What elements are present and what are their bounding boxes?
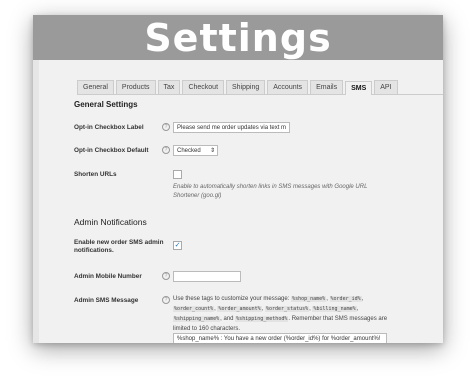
help-icon: ? (162, 296, 170, 304)
tag-order-count: %order_count% (173, 306, 215, 312)
enable-admin-sms-label: Enable new order SMS admin notifications… (74, 239, 164, 254)
shorten-urls-label: Shorten URLs (74, 171, 117, 178)
tag-order-status: %order_status% (264, 306, 310, 312)
settings-banner: Settings (33, 15, 443, 60)
tag-order-amount: %order_amount% (217, 306, 262, 312)
help-icon: ? (162, 146, 170, 154)
tab-sms[interactable]: SMS (345, 81, 373, 95)
general-settings-heading: General Settings (74, 100, 138, 109)
tag-order-id: %order_id% (329, 296, 362, 302)
admin-mobile-input[interactable] (173, 271, 241, 282)
tab-api[interactable]: API (374, 80, 398, 94)
tab-products[interactable]: Products (115, 80, 156, 94)
tab-emails[interactable]: Emails (310, 80, 344, 94)
tab-checkout[interactable]: Checkout (182, 80, 225, 94)
optin-default-label: Opt-in Checkbox Default (74, 147, 149, 154)
admin-mobile-label: Admin Mobile Number (74, 273, 142, 280)
tab-tax[interactable]: Tax (157, 80, 181, 94)
help-icon: ? (162, 272, 170, 280)
admin-sms-message-label: Admin SMS Message (74, 297, 139, 304)
tag-shipping-name: %shipping_name% (173, 316, 221, 322)
shorten-urls-checkbox[interactable] (173, 170, 182, 179)
admin-sms-message-help: Use these tags to customize your message… (173, 296, 388, 332)
settings-panel: General Products Tax Checkout Shipping A… (39, 60, 443, 343)
page-title: Settings (144, 15, 332, 60)
tags-intro: Use these tags to customize your message… (173, 296, 290, 302)
tab-shipping[interactable]: Shipping (226, 80, 266, 94)
enable-admin-sms-checkbox[interactable]: ✓ (173, 241, 182, 250)
help-icon: ? (162, 123, 170, 131)
chevron-updown-icon: ⇕ (209, 148, 215, 154)
tag-billing-name: %billing_name% (312, 306, 357, 312)
tab-accounts[interactable]: Accounts (267, 80, 309, 94)
optin-default-value: Checked (177, 148, 201, 154)
checkmark-icon: ✓ (174, 242, 181, 249)
shorten-urls-description: Enable to automatically shorten links in… (173, 184, 368, 199)
settings-tabs: General Products Tax Checkout Shipping A… (77, 76, 443, 95)
admin-sms-message-textarea[interactable]: %shop_name% : You have a new order (%ord… (173, 333, 387, 343)
tag-shop-name: %shop_name% (291, 296, 327, 302)
optin-default-select[interactable]: Checked ⇕ (173, 145, 218, 156)
tag-shipping-method: %shipping_method% (235, 316, 289, 322)
optin-label-label: Opt-in Checkbox Label (74, 124, 144, 131)
optin-label-input[interactable]: Please send me order updates via text m (173, 122, 290, 133)
settings-window: Settings General Products Tax Checkout S… (33, 15, 443, 343)
admin-notifications-heading: Admin Notifications (74, 217, 147, 227)
tab-general[interactable]: General (77, 80, 114, 94)
